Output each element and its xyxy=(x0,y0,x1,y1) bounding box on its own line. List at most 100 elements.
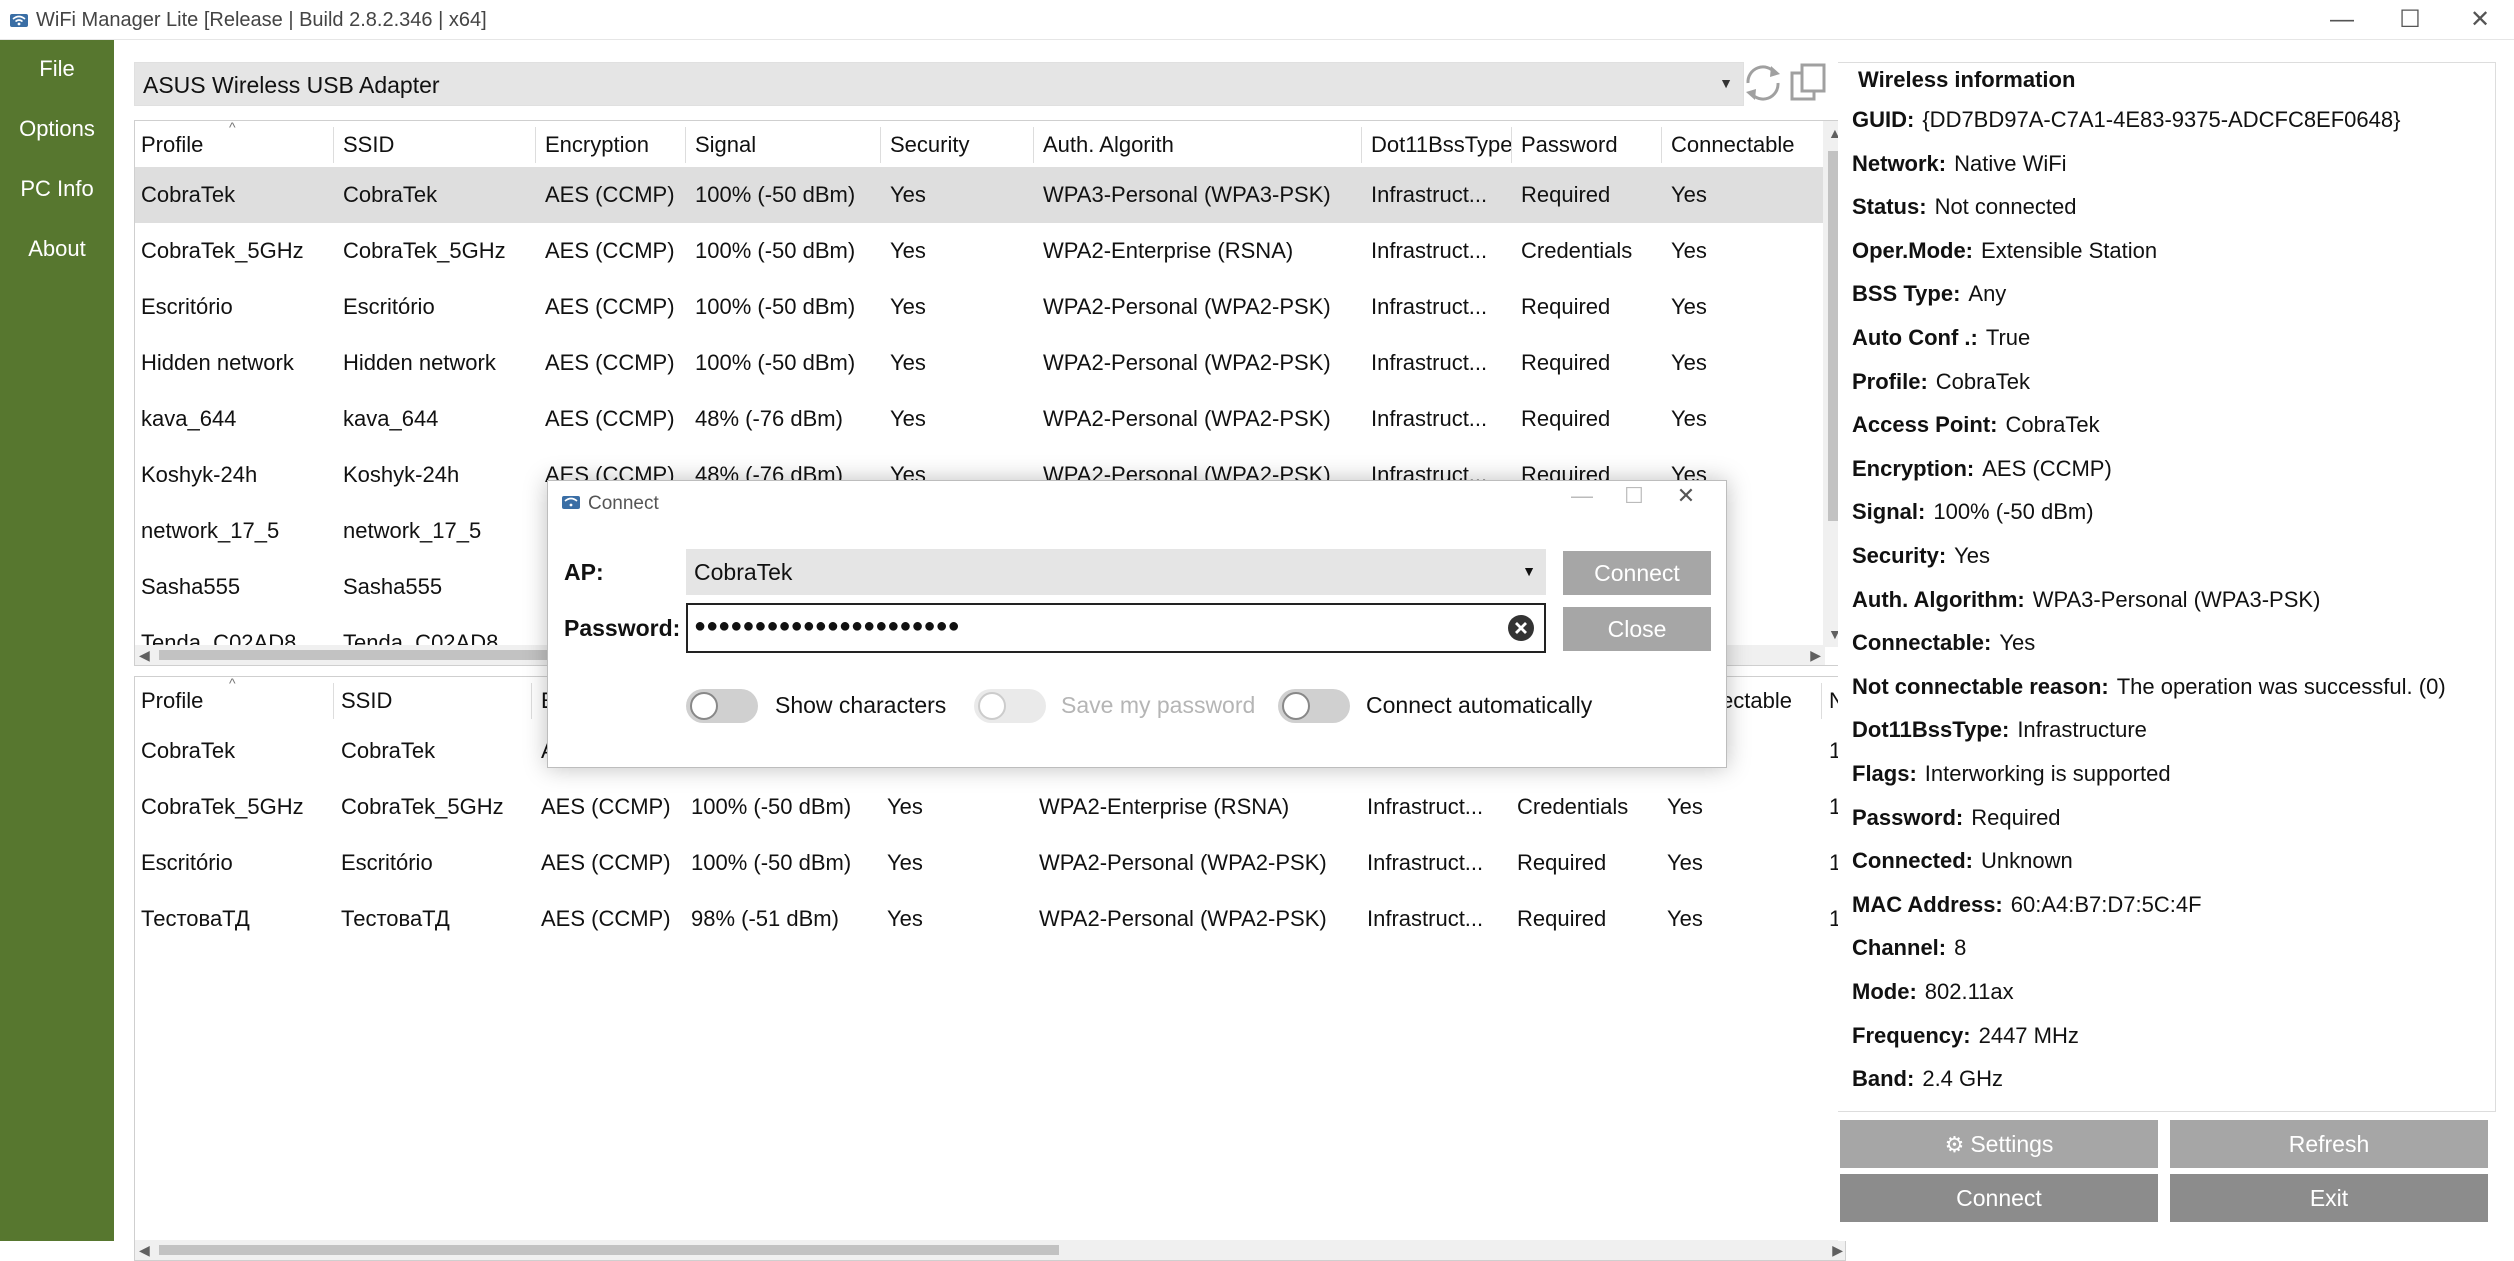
menu-about[interactable]: About xyxy=(0,236,114,262)
dialog-maximize-button: ☐ xyxy=(1624,483,1644,508)
cell-ssid: CobraTek_5GHz xyxy=(341,794,504,819)
info-label: Signal: xyxy=(1852,499,1926,525)
connect-automatically-label: Connect automatically xyxy=(1366,692,1593,718)
cell-password: Required xyxy=(1521,350,1611,375)
info-row: Band: 2.4 GHz xyxy=(1852,1066,2003,1092)
show-characters-label: Show characters xyxy=(775,692,947,718)
col-encryption[interactable]: Encryption xyxy=(545,132,649,158)
col-signal[interactable]: Signal xyxy=(695,132,756,158)
cell-encryption: AES (CCMP) xyxy=(541,794,671,819)
table-row[interactable]: CobraTek_5GHz CobraTek_5GHz AES (CCMP) 100%… xyxy=(135,223,1845,279)
refresh-button[interactable]: Refresh xyxy=(2170,1120,2488,1168)
cell-security: Yes xyxy=(887,906,923,931)
scroll-thumb[interactable] xyxy=(159,1245,1059,1255)
dialog-close-icon[interactable]: ✕ xyxy=(1656,483,1716,509)
cell-encryption: AES (CCMP) xyxy=(545,294,675,319)
profiles-horizontal-scrollbar[interactable]: ◀ ▶ xyxy=(135,1240,1845,1260)
maximize-button[interactable]: ☐ xyxy=(2380,2,2440,38)
scroll-right-icon[interactable]: ▶ xyxy=(1810,647,1821,664)
wireless-info-panel: Wireless information GUID: {DD7BD97A-C7A1… xyxy=(1838,40,2514,1241)
cell-ssid: CobraTek xyxy=(343,182,438,207)
title-bar: WiFi Manager Lite [Release | Build 2.8.2… xyxy=(0,0,2514,40)
cell-ssid: CobraTek xyxy=(341,738,436,763)
info-value: Extensible Station xyxy=(1981,237,2158,263)
info-value: Interworking is supported xyxy=(1924,761,2171,786)
menu-options[interactable]: Options xyxy=(0,116,114,142)
cell-connectable: Yes xyxy=(1671,406,1707,431)
info-label: Channel: xyxy=(1852,935,1947,961)
ap-value: CobraTek xyxy=(694,559,793,585)
info-value: AES (CCMP) xyxy=(1982,455,2112,481)
cell-profile: Koshyk-24h xyxy=(141,462,258,487)
cell-ssid: Sasha555 xyxy=(343,574,443,599)
refresh-icon[interactable] xyxy=(1740,60,1786,106)
info-label: Dot11BssType: xyxy=(1852,717,2010,743)
save-password-toggle xyxy=(974,689,1046,723)
table-row[interactable]: ТестоваТД ТестоваТД AES (CCMP) 98% (-51 dBm… xyxy=(135,891,1845,947)
scroll-left-icon[interactable]: ◀ xyxy=(139,1242,150,1259)
dialog-connect-button[interactable]: Connect xyxy=(1563,551,1711,595)
col-connectable[interactable]: Connectable xyxy=(1671,132,1795,158)
col-profile[interactable]: Profile xyxy=(141,132,203,158)
table-row[interactable]: Escritório Escritório AES (CCMP) 100% (-50 … xyxy=(135,835,1845,891)
minimize-button[interactable]: — xyxy=(2312,2,2372,38)
adapter-select[interactable]: ASUS Wireless USB Adapter ▼ xyxy=(134,62,1744,106)
save-password-label: Save my password xyxy=(1061,692,1256,718)
col-auth-algorithm[interactable]: Auth. Algorith xyxy=(1043,132,1174,158)
info-label: GUID: xyxy=(1852,107,1915,132)
show-characters-toggle[interactable] xyxy=(686,689,758,723)
password-input[interactable]: ●●●●●●●●●●●●●●●●●●●●●● xyxy=(686,603,1546,653)
info-value: Required xyxy=(1971,804,2061,830)
info-row: Connected: Unknown xyxy=(1852,848,2073,874)
cell-signal: 100% (-50 dBm) xyxy=(695,182,856,207)
copy-icon[interactable] xyxy=(1786,60,1832,106)
dialog-close-button[interactable]: Close xyxy=(1563,607,1711,651)
cell-ssid: CobraTek_5GHz xyxy=(343,238,506,263)
cell-encryption: AES (CCMP) xyxy=(545,182,675,207)
col-security[interactable]: Security xyxy=(890,132,969,158)
table-row[interactable]: kava_644 kava_644 AES (CCMP) 48% (-76 dBm) Y… xyxy=(135,391,1845,447)
app-icon xyxy=(562,496,580,509)
info-value: 2447 MHz xyxy=(1978,1022,2079,1048)
cell-password: Credentials xyxy=(1517,794,1629,819)
cell-signal: 100% (-50 dBm) xyxy=(691,794,852,819)
cell-auth-algorithm: WPA2-Personal (WPA2-PSK) xyxy=(1043,350,1331,375)
info-value: {DD7BD97A-C7A1-4E83-9375-ADCFC8EF0648} xyxy=(1922,107,2401,132)
col-ssid[interactable]: SSID xyxy=(341,688,392,714)
table-row[interactable]: CobraTek CobraTek AES (CCMP) 100% (-50 dBm)… xyxy=(135,167,1845,223)
close-window-button[interactable]: ✕ xyxy=(2450,2,2510,38)
col-bss-type[interactable]: Dot11BssType xyxy=(1371,132,1512,158)
table-row[interactable]: CobraTek_5GHz CobraTek_5GHz AES (CCMP) 100%… xyxy=(135,779,1845,835)
col-profile[interactable]: Profile xyxy=(141,688,203,714)
connect-automatically-toggle[interactable] xyxy=(1278,689,1350,723)
connect-button[interactable]: Connect xyxy=(1840,1174,2158,1222)
cell-connectable: Yes xyxy=(1667,850,1703,875)
table-row[interactable]: Escritório Escritório AES (CCMP) 100% (-50 … xyxy=(135,279,1845,335)
info-row: Auth. Algorithm: WPA3-Personal (WPA3-PSK) xyxy=(1852,587,2320,613)
info-value: WPA3-Personal (WPA3-PSK) xyxy=(2032,586,2321,612)
cell-security: Yes xyxy=(890,182,926,207)
ap-select[interactable]: CobraTek ▼ xyxy=(686,549,1546,595)
cell-encryption: AES (CCMP) xyxy=(541,850,671,875)
info-label: MAC Address: xyxy=(1852,891,2003,917)
col-password[interactable]: Password xyxy=(1521,132,1618,158)
col-ssid[interactable]: SSID xyxy=(343,132,394,158)
menu-pc-info[interactable]: PC Info xyxy=(0,176,114,202)
info-label: Password: xyxy=(1852,804,1964,830)
table-row[interactable]: Hidden network Hidden network AES (CCMP) 10… xyxy=(135,335,1845,391)
scroll-left-icon[interactable]: ◀ xyxy=(139,647,150,664)
exit-button[interactable]: Exit xyxy=(2170,1174,2488,1222)
info-row: Mode: 802.11ax xyxy=(1852,979,2014,1005)
settings-button[interactable]: ⚙ Settings xyxy=(1840,1120,2158,1168)
clear-input-icon[interactable] xyxy=(1506,613,1536,643)
scroll-right-icon[interactable]: ▶ xyxy=(1832,1242,1843,1259)
menu-file[interactable]: File xyxy=(0,56,114,82)
cell-connectable: Yes xyxy=(1667,794,1703,819)
cell-bss-type: Infrastruct... xyxy=(1371,294,1488,319)
cell-security: Yes xyxy=(890,406,926,431)
sort-arrow-icon: ^ xyxy=(229,120,236,135)
cell-bss-type: Infrastruct... xyxy=(1367,906,1484,931)
col-connectable[interactable]: ectable xyxy=(1721,688,1792,714)
info-label: Not connectable reason: xyxy=(1852,673,2109,699)
gear-icon: ⚙ xyxy=(1944,1132,1965,1157)
